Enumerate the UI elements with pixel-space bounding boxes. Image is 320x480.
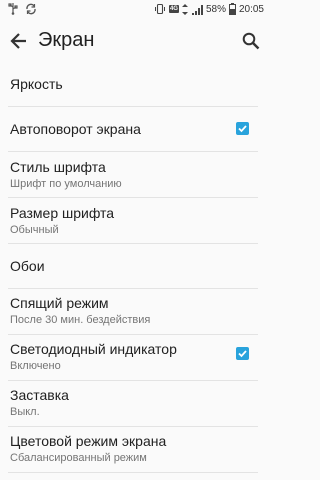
vibrate-icon: [154, 3, 166, 15]
setting-summary: Выкл.: [10, 406, 40, 418]
setting-auto-rotate[interactable]: Автоповорот экрана: [0, 107, 270, 151]
data-arrows-icon: [181, 3, 188, 15]
setting-summary: Сбалансированный режим: [10, 452, 147, 464]
arrow-back-icon: [10, 33, 26, 49]
setting-led-indicator[interactable]: Светодиодный индикатор Включено: [0, 335, 270, 380]
check-icon: [238, 350, 247, 358]
setting-summary: После 30 мин. бездействия: [10, 314, 151, 326]
setting-color-mode[interactable]: Цветовой режим экрана Сбалансированный р…: [0, 427, 270, 472]
setting-screensaver[interactable]: Заставка Выкл.: [0, 381, 270, 426]
app-bar: Экран: [0, 18, 270, 64]
search-button[interactable]: [238, 28, 264, 54]
network-badge: 4G: [168, 5, 179, 13]
sync-icon: [25, 3, 37, 15]
setting-summary: Включено: [10, 360, 61, 372]
setting-wallpaper[interactable]: Обои: [0, 244, 270, 288]
led-indicator-checkbox[interactable]: [236, 347, 249, 360]
back-button[interactable]: [6, 28, 32, 54]
battery-percent: 58%: [205, 3, 226, 15]
setting-label: Спящий режим: [10, 295, 109, 311]
setting-label: Обои: [10, 258, 45, 274]
setting-summary: Шрифт по умолчанию: [10, 178, 122, 190]
auto-rotate-checkbox[interactable]: [236, 122, 249, 135]
setting-label: Стиль шрифта: [10, 159, 106, 175]
setting-label: Заставка: [10, 387, 69, 403]
status-bar: 4G 58% 20:05: [0, 0, 270, 18]
setting-label: Светодиодный индикатор: [10, 341, 177, 357]
check-icon: [238, 125, 247, 133]
setting-label: Размер шрифта: [10, 205, 115, 221]
setting-sleep[interactable]: Спящий режим После 30 мин. бездействия: [0, 289, 270, 334]
battery-icon: [228, 3, 236, 15]
search-icon: [242, 32, 260, 50]
divider: [8, 472, 258, 473]
usb-icon: [8, 3, 18, 15]
setting-label: Яркость: [10, 76, 63, 92]
setting-brightness[interactable]: Яркость: [0, 64, 270, 106]
setting-label: Цветовой режим экрана: [10, 433, 167, 449]
setting-label: Автоповорот экрана: [10, 121, 141, 137]
setting-font-size[interactable]: Размер шрифта Обычный: [0, 198, 270, 243]
page-title: Экран: [38, 29, 95, 51]
setting-font-style[interactable]: Стиль шрифта Шрифт по умолчанию: [0, 152, 270, 197]
signal-icon: [191, 4, 203, 15]
status-time: 20:05: [238, 3, 264, 15]
setting-summary: Обычный: [10, 224, 59, 236]
